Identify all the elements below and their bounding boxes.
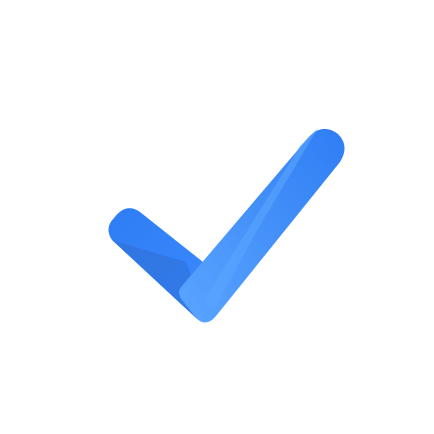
checkmark-icon bbox=[108, 128, 345, 323]
check-long-highlight bbox=[204, 128, 318, 310]
check-long-stroke bbox=[179, 128, 345, 323]
app-icon-frame bbox=[0, 0, 434, 434]
